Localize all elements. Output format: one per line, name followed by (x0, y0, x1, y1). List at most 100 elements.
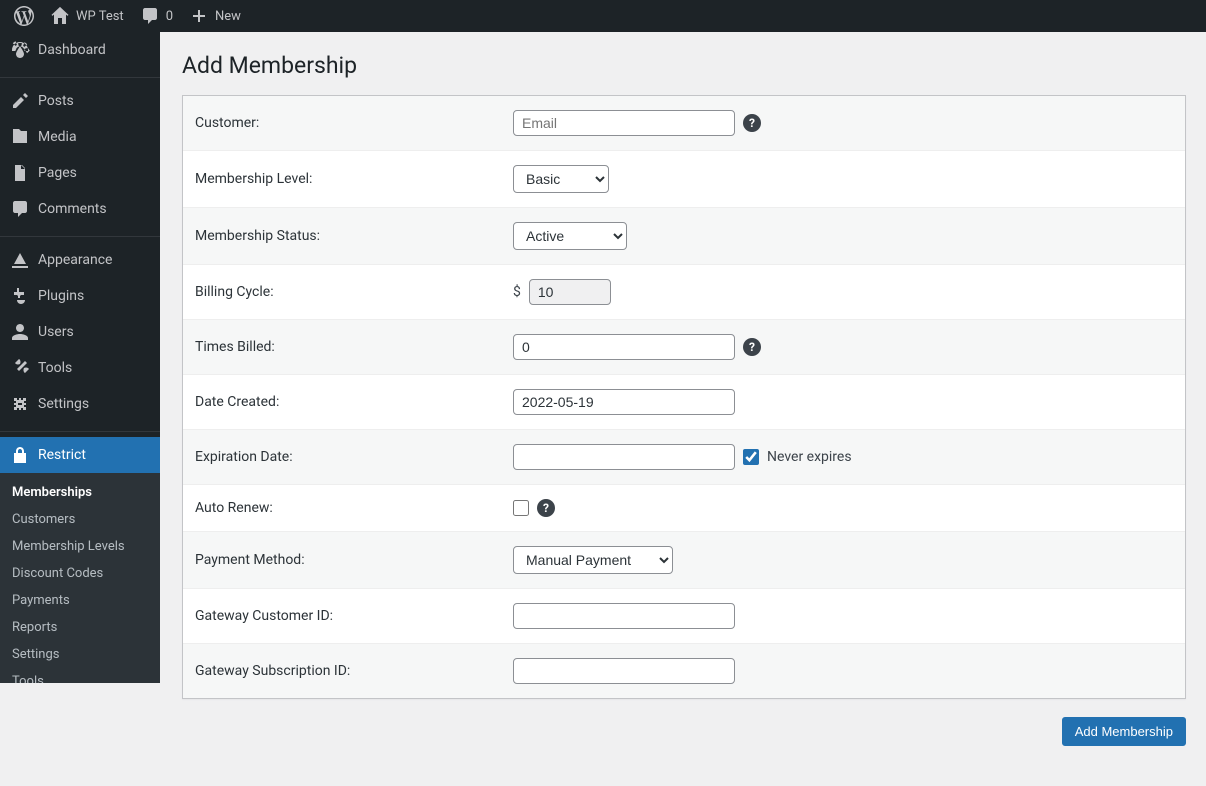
billing-amount-input[interactable] (529, 279, 611, 305)
row-expiration: Expiration Date: Never expires (183, 430, 1185, 485)
page-title: Add Membership (182, 52, 1186, 79)
gateway-customer-input[interactable] (513, 603, 735, 629)
menu-settings[interactable]: Settings (0, 386, 160, 422)
membership-form: Customer: ? Membership Level: Basic Memb… (182, 95, 1186, 699)
media-icon (10, 127, 30, 147)
row-payment-method: Payment Method: Manual Payment (183, 532, 1185, 589)
menu-separator (0, 73, 160, 78)
submenu-customers[interactable]: Customers (0, 506, 160, 533)
comments-icon (10, 199, 30, 219)
users-icon (10, 322, 30, 342)
help-icon[interactable]: ? (743, 338, 761, 356)
status-select[interactable]: Active (513, 222, 627, 250)
row-status: Membership Status: Active (183, 208, 1185, 265)
row-date-created: Date Created: (183, 375, 1185, 430)
level-select[interactable]: Basic (513, 165, 609, 193)
admin-bar: WP Test 0 New (0, 0, 1206, 32)
dashboard-icon (10, 40, 30, 60)
customer-label: Customer: (193, 115, 513, 131)
help-icon[interactable]: ? (743, 114, 761, 132)
menu-media[interactable]: Media (0, 119, 160, 155)
submenu-memberships[interactable]: Memberships (0, 479, 160, 506)
date-created-label: Date Created: (193, 394, 513, 410)
menu-media-label: Media (38, 129, 77, 145)
menu-users-label: Users (38, 324, 74, 340)
payment-method-select[interactable]: Manual Payment (513, 546, 673, 574)
menu-settings-label: Settings (38, 396, 89, 412)
row-customer: Customer: ? (183, 96, 1185, 151)
gateway-subscription-label: Gateway Subscription ID: (193, 663, 513, 679)
customer-input[interactable] (513, 110, 735, 136)
payment-method-label: Payment Method: (193, 552, 513, 568)
menu-posts[interactable]: Posts (0, 83, 160, 119)
row-gateway-customer: Gateway Customer ID: (183, 589, 1185, 644)
tools-icon (10, 358, 30, 378)
menu-tools[interactable]: Tools (0, 350, 160, 386)
wordpress-icon (14, 6, 34, 26)
times-billed-input[interactable] (513, 334, 735, 360)
submit-row: Add Membership (182, 717, 1186, 746)
billing-cycle-label: Billing Cycle: (193, 284, 513, 300)
row-billing-cycle: Billing Cycle: $ (183, 265, 1185, 320)
row-level: Membership Level: Basic (183, 151, 1185, 208)
new-label: New (215, 9, 241, 24)
menu-appearance-label: Appearance (38, 252, 112, 268)
menu-restrict[interactable]: Restrict (0, 437, 160, 473)
menu-dashboard-label: Dashboard (38, 42, 106, 58)
menu-appearance[interactable]: Appearance (0, 242, 160, 278)
level-label: Membership Level: (193, 171, 513, 187)
gateway-subscription-input[interactable] (513, 658, 735, 684)
plus-icon (189, 6, 209, 26)
help-icon[interactable]: ? (537, 499, 555, 517)
restrict-submenu: Memberships Customers Membership Levels … (0, 473, 160, 683)
settings-icon (10, 394, 30, 414)
date-created-input[interactable] (513, 389, 735, 415)
menu-plugins[interactable]: Plugins (0, 278, 160, 314)
expiration-label: Expiration Date: (193, 449, 513, 465)
lock-icon (10, 445, 30, 465)
menu-restrict-label: Restrict (38, 447, 86, 463)
times-billed-label: Times Billed: (193, 339, 513, 355)
submenu-discounts[interactable]: Discount Codes (0, 560, 160, 587)
new-content-link[interactable]: New (181, 0, 249, 32)
submenu-reports[interactable]: Reports (0, 614, 160, 641)
menu-pages-label: Pages (38, 165, 77, 181)
submenu-tools[interactable]: Tools (0, 668, 160, 683)
menu-separator (0, 232, 160, 237)
menu-separator (0, 427, 160, 432)
appearance-icon (10, 250, 30, 270)
auto-renew-label: Auto Renew: (193, 500, 513, 516)
pages-icon (10, 163, 30, 183)
gateway-customer-label: Gateway Customer ID: (193, 608, 513, 624)
home-icon (50, 6, 70, 26)
submenu-settings[interactable]: Settings (0, 641, 160, 668)
admin-sidebar: Dashboard Posts Media Pages Comments App… (0, 32, 160, 683)
menu-posts-label: Posts (38, 93, 74, 109)
menu-tools-label: Tools (38, 360, 72, 376)
status-label: Membership Status: (193, 228, 513, 244)
never-expires-checkbox[interactable] (743, 449, 759, 465)
comment-icon (140, 6, 160, 26)
row-auto-renew: Auto Renew: ? (183, 485, 1185, 532)
never-expires-label: Never expires (767, 449, 852, 465)
menu-comments-label: Comments (38, 201, 107, 217)
menu-plugins-label: Plugins (38, 288, 84, 304)
comments-link[interactable]: 0 (132, 0, 181, 32)
menu-pages[interactable]: Pages (0, 155, 160, 191)
wp-logo-menu[interactable] (6, 0, 42, 32)
row-times-billed: Times Billed: ? (183, 320, 1185, 375)
menu-dashboard[interactable]: Dashboard (0, 32, 160, 68)
row-gateway-subscription: Gateway Subscription ID: (183, 644, 1185, 698)
plugins-icon (10, 286, 30, 306)
add-membership-button[interactable]: Add Membership (1062, 717, 1186, 746)
expiration-input[interactable] (513, 444, 735, 470)
menu-comments[interactable]: Comments (0, 191, 160, 227)
submenu-payments[interactable]: Payments (0, 587, 160, 614)
submenu-levels[interactable]: Membership Levels (0, 533, 160, 560)
comments-count: 0 (166, 9, 173, 24)
site-name-link[interactable]: WP Test (42, 0, 132, 32)
auto-renew-checkbox[interactable] (513, 500, 529, 516)
menu-users[interactable]: Users (0, 314, 160, 350)
site-name-text: WP Test (76, 9, 124, 24)
currency-symbol: $ (513, 284, 521, 300)
